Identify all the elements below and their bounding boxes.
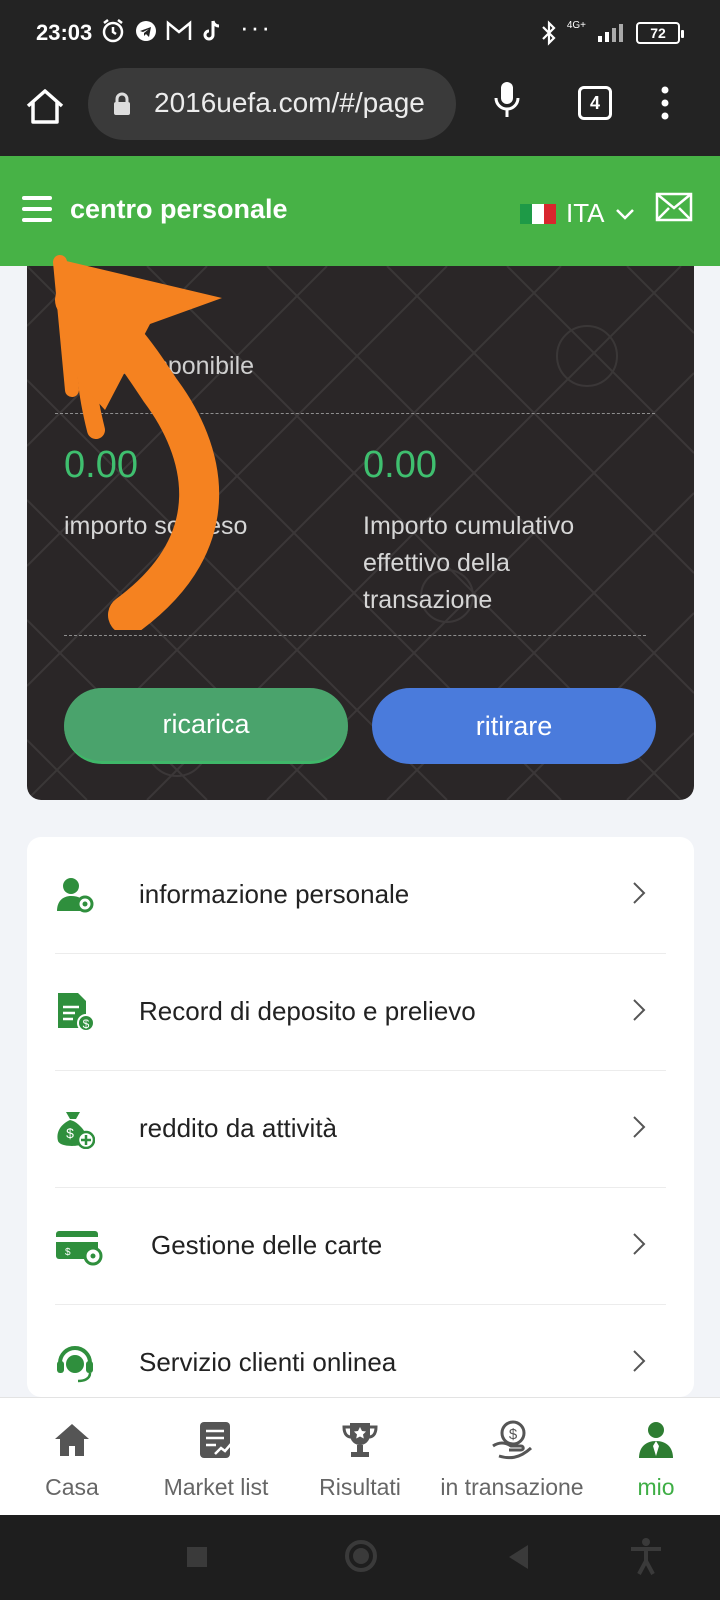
chevron-right-icon (633, 1350, 646, 1372)
chevron-right-icon (633, 882, 646, 904)
signal-icon (598, 24, 623, 42)
bottom-navigation: Casa Market list Risultati $ in transazi… (0, 1397, 720, 1515)
trophy-icon (342, 1423, 378, 1457)
italy-flag-icon (520, 203, 556, 224)
withdraw-button[interactable]: ritirare (372, 688, 656, 764)
card-settings-icon: $ (56, 1231, 103, 1266)
browser-menu-icon[interactable] (660, 86, 670, 120)
system-status: 4G+ 72 (541, 19, 684, 46)
svg-text:$: $ (509, 1426, 518, 1443)
tab-count: 4 (589, 92, 600, 113)
cumulative-amount-label: Importo cumulativo effettivo della trans… (363, 512, 575, 614)
headset-icon (57, 1346, 93, 1383)
notification-icons (100, 18, 222, 44)
accessibility-icon[interactable] (628, 1537, 664, 1577)
menu-item-label: Gestione delle carte (151, 1230, 383, 1260)
menu-item-label: Record di deposito e prelievo (139, 996, 476, 1026)
status-bar: 23:03 ··· 4G+ 72 (0, 0, 720, 66)
language-code: ITA (566, 198, 605, 228)
status-time: 23:03 (36, 20, 93, 45)
recharge-button[interactable]: ricarica (64, 688, 348, 764)
user-icon (639, 1422, 673, 1458)
money-bag-icon: $ (57, 1112, 95, 1149)
tabs-button[interactable]: 4 (578, 86, 612, 120)
gmail-icon (166, 20, 192, 40)
orange-arrow-annotation (53, 255, 222, 630)
cumulative-amount-value: 0.00 (363, 444, 437, 486)
recharge-label: ricarica (162, 709, 250, 739)
microphone-icon[interactable] (494, 80, 520, 122)
url-text: 2016uefa.com/#/page (154, 87, 425, 118)
hand-money-icon: $ (492, 1420, 533, 1460)
nav-in-transaction[interactable]: $ in transazione (432, 1398, 592, 1516)
nav-label: Market list (163, 1474, 269, 1500)
nav-home[interactable]: Casa (0, 1398, 144, 1516)
page-title: centro personale (70, 194, 288, 224)
nav-results[interactable]: Risultati (288, 1398, 432, 1516)
recents-icon[interactable] (185, 1545, 209, 1569)
battery-icon: 72 (636, 22, 684, 44)
nav-label: in transazione (440, 1474, 584, 1500)
menu-item-label: Servizio clienti onlinea (139, 1347, 397, 1377)
language-selector[interactable]: ITA (520, 198, 635, 229)
menu-item-activity-income[interactable]: $ reddito da attività (55, 1071, 666, 1188)
nav-label: mio (637, 1474, 675, 1500)
menu-item-card-management[interactable]: $ Gestione delle carte (55, 1188, 666, 1305)
menu-item-personal-info[interactable]: informazione personale (55, 837, 666, 954)
hamburger-menu-icon[interactable] (22, 196, 52, 222)
lock-icon (114, 92, 130, 115)
back-icon[interactable] (506, 1543, 530, 1571)
menu-item-deposit-withdraw-record[interactable]: $ Record di deposito e prelievo (55, 954, 666, 1071)
nav-market-list[interactable]: Market list (144, 1398, 288, 1516)
chevron-right-icon (633, 1233, 646, 1255)
browser-home-icon[interactable] (22, 84, 68, 130)
system-navigation-bar (0, 1515, 720, 1600)
menu-list: informazione personale $ Record di depos… (27, 837, 694, 1397)
alarm-icon (102, 19, 124, 43)
svg-text:$: $ (66, 1125, 74, 1141)
tiktok-icon (203, 20, 220, 41)
address-bar[interactable]: 2016uefa.com/#/page (88, 68, 456, 140)
user-settings-icon (57, 878, 94, 913)
document-money-icon: $ (58, 993, 95, 1032)
withdraw-label: ritirare (475, 710, 553, 741)
mail-icon[interactable] (655, 192, 693, 222)
network-type: 4G+ (566, 19, 586, 31)
menu-item-label: reddito da attività (139, 1113, 338, 1143)
chevron-right-icon (633, 999, 646, 1021)
nav-label: Risultati (319, 1474, 401, 1500)
nav-label: Casa (45, 1474, 99, 1500)
menu-item-customer-service[interactable]: Servizio clienti onlinea (55, 1305, 666, 1397)
nav-mine[interactable]: mio (592, 1398, 720, 1516)
telegram-icon (136, 21, 156, 41)
svg-text:$: $ (65, 1247, 71, 1258)
bluetooth-icon (542, 20, 556, 46)
chevron-right-icon (633, 1116, 646, 1138)
menu-item-label: informazione personale (139, 879, 410, 909)
market-list-icon (200, 1422, 232, 1458)
more-notifications-icon: ··· (240, 12, 272, 42)
battery-level: 72 (650, 25, 666, 41)
home-icon (55, 1424, 89, 1456)
browser-toolbar: 2016uefa.com/#/page 4 (0, 66, 720, 156)
svg-text:$: $ (83, 1017, 90, 1031)
system-home-icon[interactable] (344, 1539, 378, 1573)
divider (64, 635, 646, 636)
chevron-down-icon (615, 208, 634, 220)
